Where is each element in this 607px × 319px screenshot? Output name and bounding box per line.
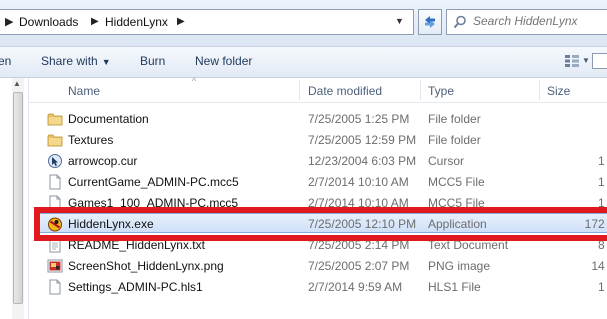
file-row[interactable]: ScreenShot_HiddenLynx.png 7/25/2005 2:07… bbox=[46, 256, 607, 277]
blank-file-icon bbox=[49, 279, 61, 295]
column-divider[interactable] bbox=[539, 80, 540, 100]
refresh-button[interactable] bbox=[418, 9, 442, 35]
file-size: 1 K bbox=[597, 280, 607, 294]
crumb-hiddenlynx[interactable]: HiddenLynx bbox=[105, 15, 168, 29]
file-date: 7/25/2005 2:07 PM bbox=[308, 259, 410, 273]
file-row[interactable]: arrowcop.cur 12/23/2004 6:03 PM Cursor 1… bbox=[46, 151, 607, 172]
file-type: MCC5 File bbox=[428, 175, 485, 189]
file-name: arrowcop.cur bbox=[68, 154, 138, 168]
column-header-date[interactable]: Date modified bbox=[308, 84, 382, 98]
file-type: PNG image bbox=[428, 259, 491, 273]
file-name: CurrentGame_ADMIN-PC.mcc5 bbox=[68, 175, 239, 189]
column-headers: ^ Name Date modified Type Size bbox=[29, 76, 607, 103]
preview-pane-button[interactable] bbox=[592, 53, 607, 69]
file-size: 1 K bbox=[597, 154, 607, 168]
scroll-up-icon[interactable]: ▲ bbox=[13, 79, 21, 88]
view-options-icon[interactable] bbox=[565, 55, 579, 67]
crumb-downloads[interactable]: Downloads bbox=[19, 15, 78, 29]
column-divider[interactable] bbox=[299, 80, 300, 100]
file-date: 2/7/2014 10:10 AM bbox=[308, 175, 409, 189]
folder-icon bbox=[47, 113, 63, 126]
sort-indicator-icon: ^ bbox=[192, 76, 197, 86]
file-type: File folder bbox=[428, 112, 481, 126]
file-row[interactable]: Documentation 7/25/2005 1:25 PM File fol… bbox=[46, 109, 607, 130]
crumb-separator[interactable]: ▶ bbox=[91, 16, 99, 27]
file-date: 2/7/2014 9:59 AM bbox=[308, 280, 403, 294]
address-bar[interactable]: ▶ Downloads ▶ HiddenLynx ▶ ▼ bbox=[0, 9, 414, 35]
file-name: Documentation bbox=[68, 112, 149, 126]
address-area: ▶ Downloads ▶ HiddenLynx ▶ ▼ bbox=[0, 0, 607, 47]
organize-button[interactable]: en bbox=[0, 54, 11, 68]
blank-file-icon bbox=[49, 174, 61, 190]
file-size: 14 K bbox=[591, 259, 607, 273]
column-divider[interactable] bbox=[420, 80, 421, 100]
file-row[interactable]: CurrentGame_ADMIN-PC.mcc5 2/7/2014 10:10… bbox=[46, 172, 607, 193]
share-with-button[interactable]: Share with ▼ bbox=[41, 54, 111, 68]
nav-scrollbar-thumb[interactable] bbox=[13, 92, 23, 304]
file-row[interactable]: Textures 7/25/2005 12:59 PM File folder bbox=[46, 130, 607, 151]
file-name: Settings_ADMIN-PC.hls1 bbox=[68, 280, 203, 294]
share-with-label: Share with bbox=[41, 54, 98, 68]
crumb-separator[interactable]: ▶ bbox=[5, 15, 13, 28]
column-header-name[interactable]: Name bbox=[68, 84, 100, 98]
search-icon bbox=[453, 15, 466, 29]
file-type: HLS1 File bbox=[428, 280, 481, 294]
image-file-icon bbox=[47, 259, 63, 273]
address-dropdown-icon[interactable]: ▼ bbox=[395, 16, 404, 26]
file-date: 7/25/2005 12:59 PM bbox=[308, 133, 417, 147]
refresh-icon bbox=[425, 16, 435, 28]
column-header-size[interactable]: Size bbox=[547, 84, 570, 98]
file-size: 1 K bbox=[597, 175, 607, 189]
command-toolbar: en Share with ▼ Burn New folder ▼ bbox=[0, 47, 607, 78]
file-date: 7/25/2005 1:25 PM bbox=[308, 112, 410, 126]
file-name: ScreenShot_HiddenLynx.png bbox=[68, 259, 224, 273]
file-type: File folder bbox=[428, 133, 481, 147]
highlight-callout-box bbox=[34, 207, 607, 241]
burn-button[interactable]: Burn bbox=[140, 54, 165, 68]
new-folder-button[interactable]: New folder bbox=[195, 54, 252, 68]
file-type: Cursor bbox=[428, 154, 465, 168]
file-date: 12/23/2004 6:03 PM bbox=[308, 154, 417, 168]
file-row[interactable]: Settings_ADMIN-PC.hls1 2/7/2014 9:59 AM … bbox=[46, 277, 607, 298]
view-dropdown-icon[interactable]: ▼ bbox=[582, 56, 590, 65]
folder-icon bbox=[47, 134, 63, 147]
chevron-down-icon: ▼ bbox=[101, 57, 111, 67]
cursor-file-icon bbox=[48, 154, 62, 168]
search-input[interactable] bbox=[473, 14, 603, 28]
column-header-type[interactable]: Type bbox=[428, 84, 454, 98]
search-box[interactable] bbox=[446, 9, 607, 35]
crumb-separator[interactable]: ▶ bbox=[177, 16, 185, 27]
file-name: Textures bbox=[68, 133, 114, 147]
